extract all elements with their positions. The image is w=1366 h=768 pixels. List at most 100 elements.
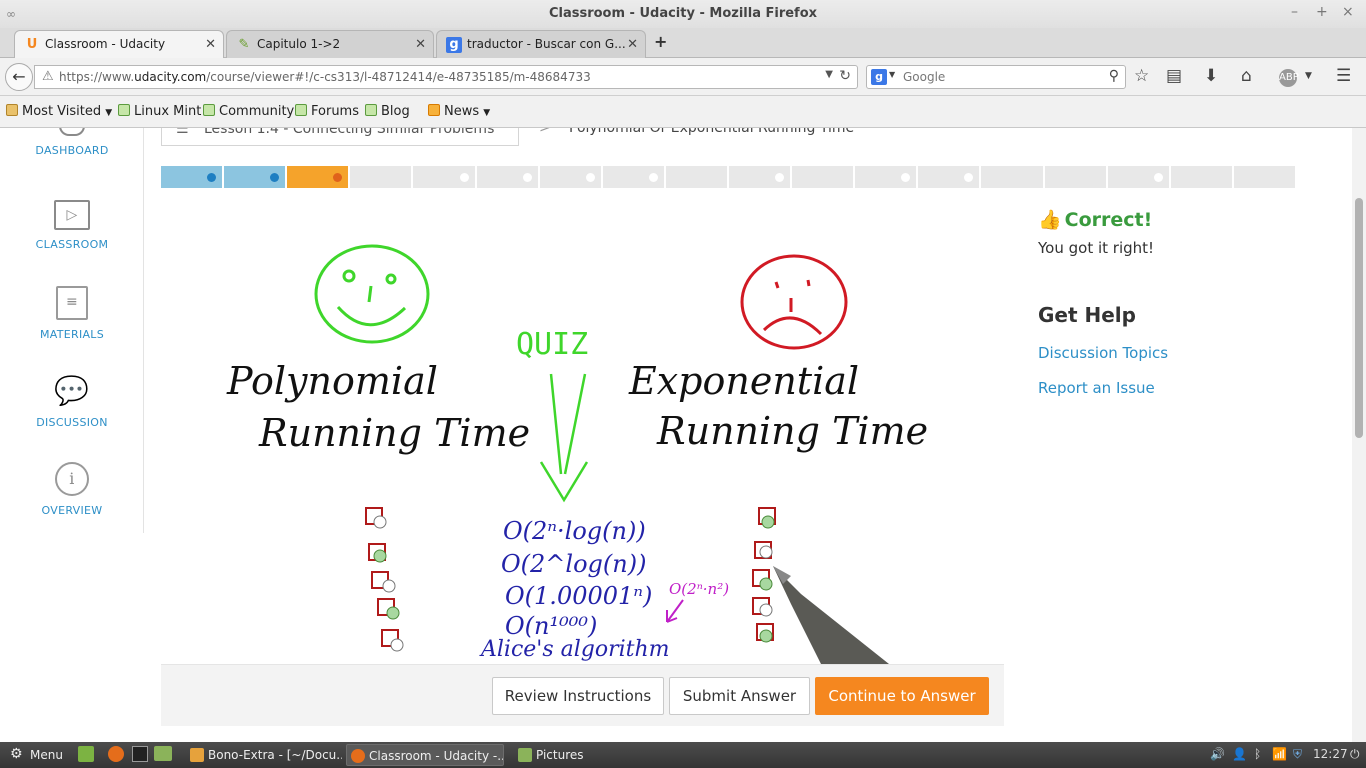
task-label: Classroom - Udacity -... (369, 749, 504, 763)
progress-segment[interactable] (1107, 166, 1171, 188)
progress-segment[interactable] (224, 166, 288, 188)
bookmark-linux-mint[interactable]: Linux Mint (118, 104, 201, 119)
bookmark-most-visited[interactable]: Most Visited ▼ (6, 104, 112, 119)
close-tab-icon[interactable]: ✕ (627, 37, 638, 52)
url-history-dropdown-icon[interactable]: ▼ (825, 69, 833, 80)
progress-segment[interactable] (161, 166, 225, 188)
adblock-dropdown-icon[interactable]: ▼ (1305, 71, 1312, 81)
tab-label: traductor - Buscar con G... (467, 37, 626, 51)
thumbs-up-icon: 👍 (1038, 209, 1062, 231)
lesson-selector[interactable]: ☰ Lesson 1.4 - Connecting Similar Proble… (161, 128, 519, 146)
mint-icon (203, 104, 215, 116)
power-icon[interactable]: ⏻ (1350, 747, 1360, 762)
progress-dot (333, 173, 343, 182)
show-desktop-icon[interactable] (78, 746, 94, 762)
wifi-icon[interactable]: 📶 (1272, 747, 1287, 761)
bookmark-forums[interactable]: Forums (295, 104, 359, 119)
tab-traductor[interactable]: g traductor - Buscar con G... ✕ (436, 30, 646, 58)
back-button[interactable]: ← (5, 63, 33, 91)
menu-label: Menu (30, 748, 63, 762)
tab-capitulo[interactable]: ✎ Capitulo 1->2 ✕ (226, 30, 434, 58)
bluetooth-icon[interactable]: ᛒ (1254, 747, 1261, 761)
search-bar[interactable]: g ▼ Google ⚲ (866, 65, 1126, 89)
quiz-option: O(1.00001ⁿ) (505, 582, 652, 610)
happy-face (314, 244, 430, 344)
close-tab-icon[interactable]: ✕ (205, 37, 216, 52)
minimize-icon[interactable]: – (1291, 4, 1298, 20)
progress-segment[interactable] (855, 166, 919, 188)
progress-dot (522, 173, 532, 182)
search-engine-dropdown-icon[interactable]: ▼ (889, 70, 895, 79)
page-scrollbar[interactable] (1352, 128, 1366, 742)
nav-overview[interactable]: i OVERVIEW (0, 462, 144, 517)
review-instructions-button[interactable]: Review Instructions (492, 677, 664, 715)
bookmark-label: Most Visited (22, 104, 102, 119)
progress-segment[interactable] (476, 166, 540, 188)
correct-message: You got it right! (1038, 239, 1155, 257)
progress-segment[interactable] (1044, 166, 1108, 188)
nav-dashboard[interactable]: DASHBOARD (0, 128, 144, 157)
url-path: /course/viewer#!/c-cs313/l-48712414/e-48… (206, 70, 591, 84)
progress-segment[interactable] (918, 166, 982, 188)
hamburger-menu-icon[interactable]: ☰ (1336, 66, 1351, 86)
nav-discussion[interactable]: 💬 DISCUSSION (0, 374, 144, 429)
progress-segment[interactable] (665, 166, 729, 188)
google-engine-icon[interactable]: g (871, 69, 887, 85)
terminal-launcher-icon[interactable] (132, 746, 148, 762)
sad-face (740, 254, 848, 350)
site-info-icon[interactable]: ⚠ (42, 69, 54, 84)
new-tab-icon[interactable]: + (654, 32, 667, 51)
taskbar-item-pictures[interactable]: Pictures (514, 744, 614, 766)
bookmark-community[interactable]: Community (203, 104, 294, 119)
progress-segment[interactable] (1233, 166, 1297, 188)
tab-classroom-udacity[interactable]: U Classroom - Udacity ✕ (14, 30, 224, 59)
edit-favicon-icon: ✎ (238, 37, 250, 52)
progress-segment[interactable] (413, 166, 477, 188)
progress-segment[interactable] (728, 166, 793, 188)
progress-segment[interactable] (539, 166, 603, 188)
user-icon[interactable]: 👤 (1232, 747, 1247, 761)
progress-segment[interactable] (792, 166, 856, 188)
progress-dot (1153, 173, 1163, 182)
report-issue-link[interactable]: Report an Issue (1038, 379, 1338, 397)
maximize-icon[interactable]: + (1316, 4, 1328, 20)
bookmark-star-icon[interactable]: ☆ (1134, 66, 1149, 86)
start-menu-button[interactable]: ⚙ Menu (4, 744, 63, 766)
adblock-icon[interactable]: ABP (1279, 69, 1299, 87)
downloads-icon[interactable]: ⬇ (1204, 66, 1218, 86)
close-window-icon[interactable]: × (1342, 4, 1354, 20)
scrollbar-thumb[interactable] (1355, 198, 1363, 438)
submit-answer-button[interactable]: Submit Answer (669, 677, 810, 715)
correct-status: 👍 Correct! (1038, 208, 1338, 231)
progress-segment[interactable] (602, 166, 666, 188)
progress-dot (648, 173, 658, 182)
bookmark-blog[interactable]: Blog (365, 104, 410, 119)
nav-label: DASHBOARD (35, 144, 109, 157)
nav-materials[interactable]: ≡ MATERIALS (0, 286, 144, 341)
reload-icon[interactable]: ↻ (839, 68, 851, 84)
nav-classroom[interactable]: ▷ CLASSROOM (0, 200, 144, 251)
home-icon[interactable]: ⌂ (1241, 66, 1252, 86)
nav-label: OVERVIEW (41, 504, 103, 517)
search-icon[interactable]: ⚲ (1109, 68, 1119, 84)
discussion-topics-link[interactable]: Discussion Topics (1038, 344, 1338, 362)
taskbar-item-bono-extra[interactable]: Bono-Extra - [~/Docu... (186, 744, 342, 766)
url-bar[interactable]: ⚠ https://www.udacity.com/course/viewer#… (34, 65, 858, 89)
nav-label: MATERIALS (39, 328, 105, 341)
notebook-icon: ≡ (56, 286, 88, 320)
firefox-launcher-icon[interactable] (108, 746, 124, 762)
progress-segment[interactable] (1170, 166, 1234, 188)
taskbar-item-classroom[interactable]: Classroom - Udacity -... (346, 744, 504, 766)
progress-segment[interactable] (287, 166, 351, 188)
reading-list-icon[interactable]: ▤ (1166, 66, 1182, 86)
close-tab-icon[interactable]: ✕ (415, 37, 426, 52)
progress-segment[interactable] (350, 166, 414, 188)
shield-icon[interactable]: ⛨ (1293, 747, 1302, 762)
bookmark-news[interactable]: News ▼ (428, 104, 490, 119)
files-launcher-icon[interactable] (154, 746, 172, 761)
progress-segment[interactable] (981, 166, 1045, 188)
continue-to-answer-button[interactable]: Continue to Answer (815, 677, 989, 715)
quiz-video[interactable]: QUIZ Polynomial Running Time Exponential… (161, 204, 1004, 664)
info-icon: i (55, 462, 89, 496)
volume-icon[interactable]: 🔊 (1210, 747, 1225, 761)
